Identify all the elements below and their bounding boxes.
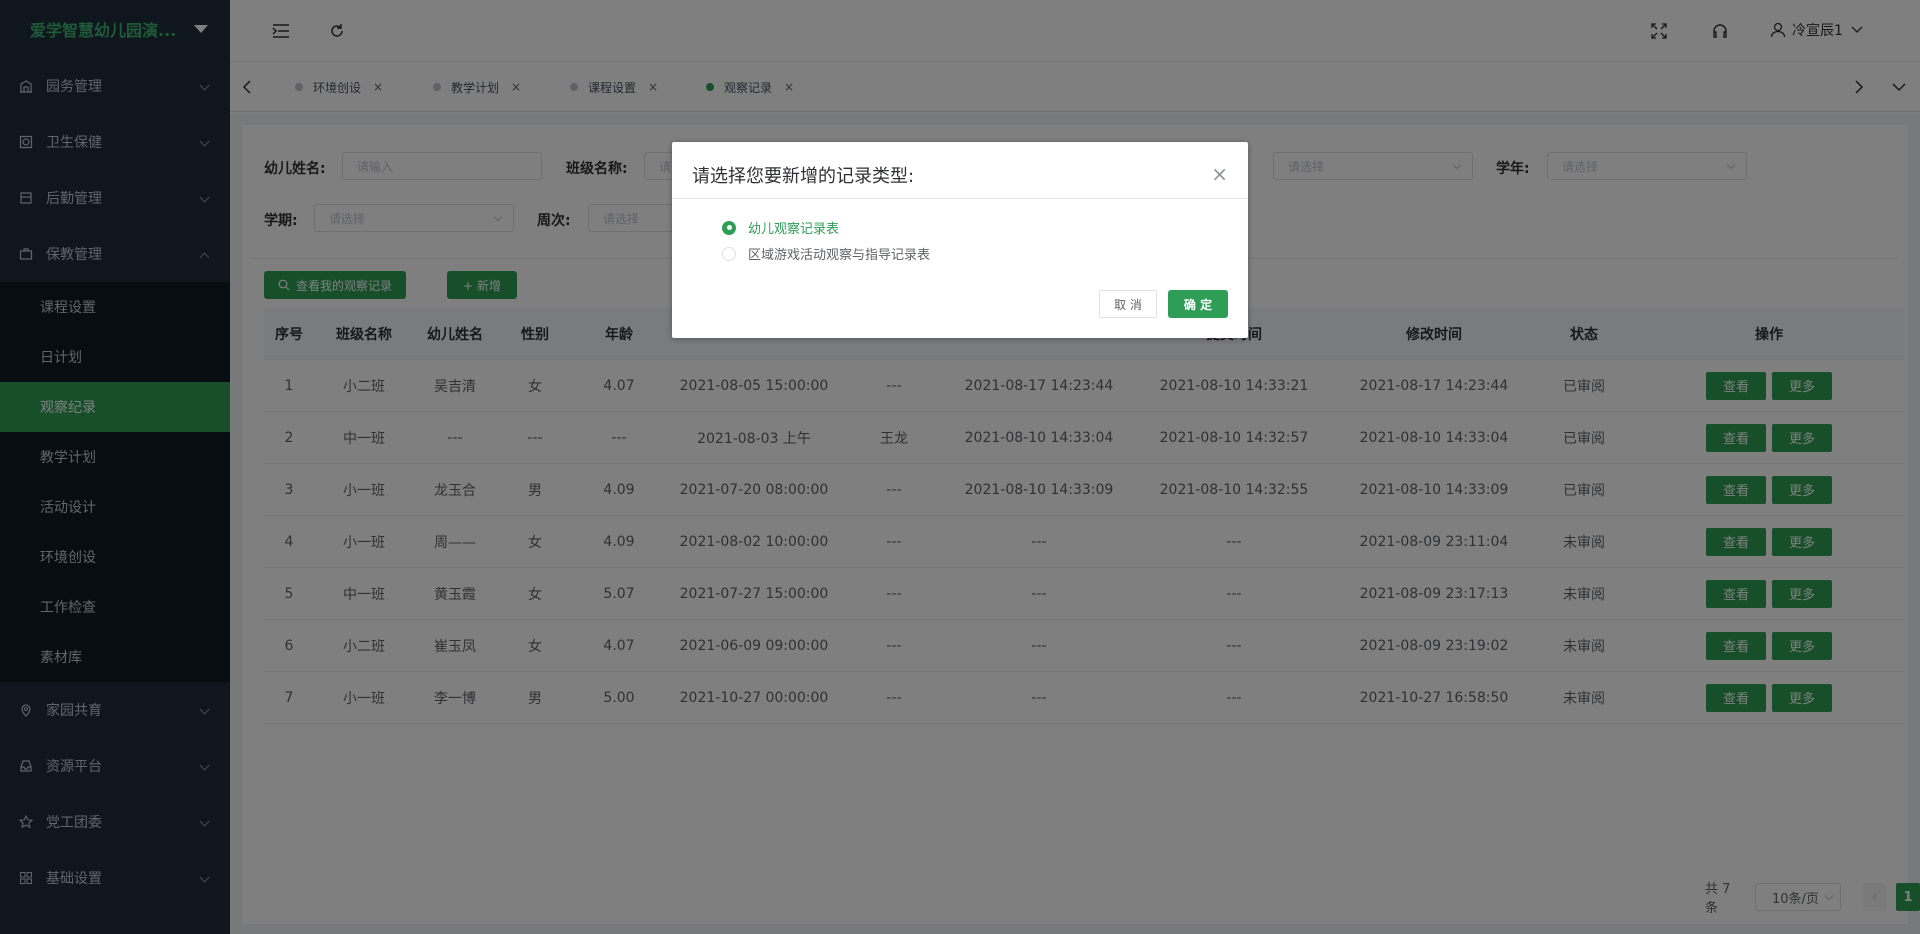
modal-overlay[interactable] [0, 0, 1920, 934]
close-icon[interactable]: × [1211, 162, 1228, 186]
radio-label: 区域游戏活动观察与指导记录表 [748, 248, 931, 263]
cancel-button[interactable]: 取 消 [1099, 290, 1157, 318]
radio-area-game-observation[interactable]: 区域游戏活动观察与指导记录表 [722, 244, 930, 263]
confirm-button[interactable]: 确 定 [1168, 290, 1228, 318]
radio-label: 幼儿观察记录表 [748, 222, 840, 237]
app-root: 爱学智慧幼儿园演... 园务管理 卫生保健 后勤管理 [0, 0, 1920, 934]
radio-child-observation[interactable]: 幼儿观察记录表 [722, 218, 839, 237]
dialog-divider [672, 198, 1248, 199]
dialog-title: 请选择您要新增的记录类型: [692, 166, 915, 187]
radio-unchecked-icon [722, 246, 736, 261]
record-type-dialog: 请选择您要新增的记录类型: × 幼儿观察记录表 区域游戏活动观察与指导记录表 取… [672, 142, 1248, 338]
radio-checked-icon [722, 220, 736, 235]
